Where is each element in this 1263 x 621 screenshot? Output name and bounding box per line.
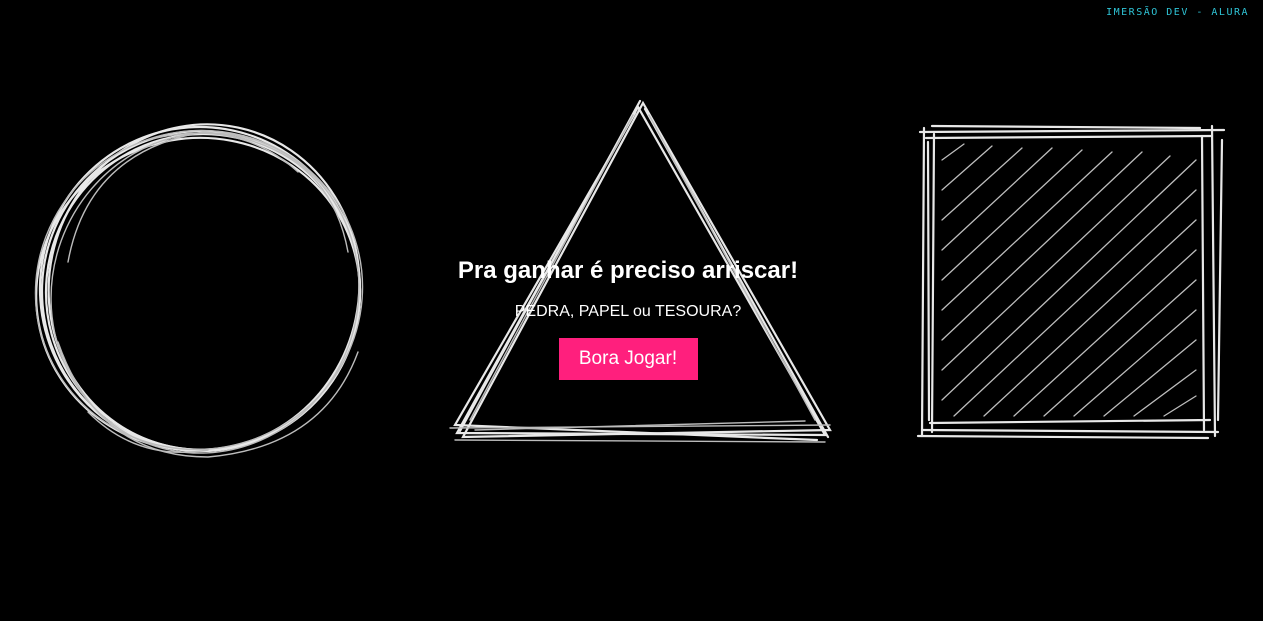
- page: IMERSÃO DEV - ALURA Pra ganhar é preciso…: [0, 0, 1263, 621]
- hero-title: Pra ganhar é preciso arriscar!: [457, 257, 799, 284]
- sketch-square-icon: [912, 120, 1234, 446]
- hero-section: Pra ganhar é preciso arriscar! PEDRA, PA…: [428, 255, 828, 380]
- play-button[interactable]: Bora Jogar!: [558, 338, 698, 380]
- sketch-circle-icon: [28, 112, 378, 472]
- hero-subtitle: PEDRA, PAPEL ou TESOURA?: [514, 303, 742, 320]
- brand-logo: IMERSÃO DEV - ALURA: [1106, 7, 1249, 18]
